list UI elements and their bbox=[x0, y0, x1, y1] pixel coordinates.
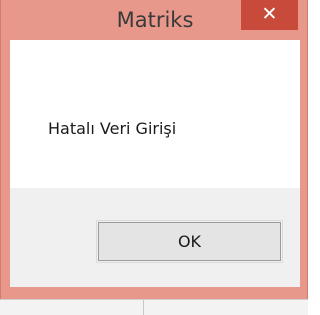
button-area: OK bbox=[10, 188, 300, 287]
dialog-window: Matriks ✕ Hatalı Veri Girişi OK bbox=[0, 0, 308, 315]
divider bbox=[143, 300, 144, 315]
divider bbox=[0, 299, 308, 300]
close-icon: ✕ bbox=[261, 3, 278, 25]
ok-button[interactable]: OK bbox=[96, 220, 283, 263]
dialog-content: Hatalı Veri Girişi OK bbox=[10, 40, 300, 287]
close-button[interactable]: ✕ bbox=[241, 0, 298, 30]
background-window-strip bbox=[0, 299, 308, 315]
title-bar[interactable]: Matriks ✕ bbox=[1, 0, 309, 40]
error-message: Hatalı Veri Girişi bbox=[48, 119, 177, 138]
